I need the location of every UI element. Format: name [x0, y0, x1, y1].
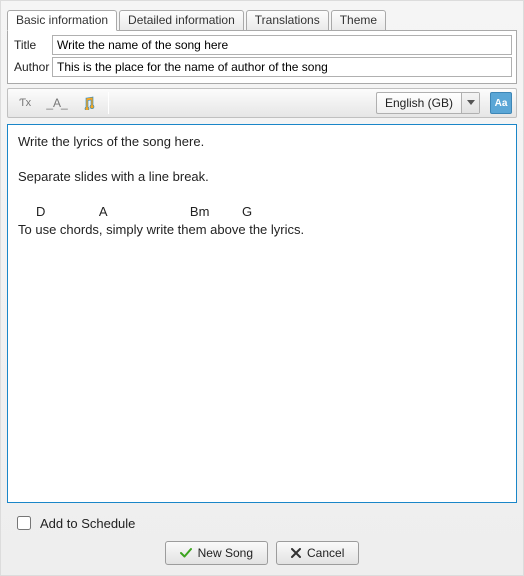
author-label: Author [12, 60, 52, 74]
new-song-button-label: New Song [198, 546, 253, 560]
language-select-label: English (GB) [377, 96, 461, 110]
tab-row: Basic information Detailed information T… [7, 7, 517, 31]
title-label: Title [12, 38, 52, 52]
add-to-schedule-row: Add to Schedule [13, 513, 511, 533]
music-note-icon[interactable] [76, 92, 102, 114]
basic-information-panel: Title Author [7, 30, 517, 84]
language-select[interactable]: English (GB) [376, 92, 480, 114]
chevron-down-icon [461, 93, 479, 113]
title-input[interactable] [52, 35, 512, 55]
toolbar-separator [108, 92, 109, 114]
author-input[interactable] [52, 57, 512, 77]
dialog-button-row: New Song Cancel [7, 541, 517, 569]
tab-theme[interactable]: Theme [331, 10, 386, 31]
chord-tool-icon[interactable]: Ƭx [12, 92, 38, 114]
lyrics-editor[interactable]: Write the lyrics of the song here. Separ… [7, 124, 517, 503]
tab-detailed-information[interactable]: Detailed information [119, 10, 244, 31]
add-to-schedule-checkbox[interactable] [17, 516, 31, 530]
title-row: Title [12, 35, 512, 55]
check-icon [180, 547, 192, 559]
cancel-button[interactable]: Cancel [276, 541, 359, 565]
author-row: Author [12, 57, 512, 77]
spellcheck-button[interactable]: Aa [490, 92, 512, 114]
cancel-button-label: Cancel [307, 546, 344, 560]
lyrics-toolbar: Ƭx _A_ English (GB) Aa [7, 88, 517, 118]
tab-translations[interactable]: Translations [246, 10, 329, 31]
song-editor-window: Basic information Detailed information T… [0, 0, 524, 576]
new-song-button[interactable]: New Song [165, 541, 268, 565]
section-tool-icon[interactable]: _A_ [44, 92, 70, 114]
tab-basic-information[interactable]: Basic information [7, 10, 117, 31]
close-icon [291, 548, 301, 558]
add-to-schedule-label: Add to Schedule [40, 516, 135, 531]
